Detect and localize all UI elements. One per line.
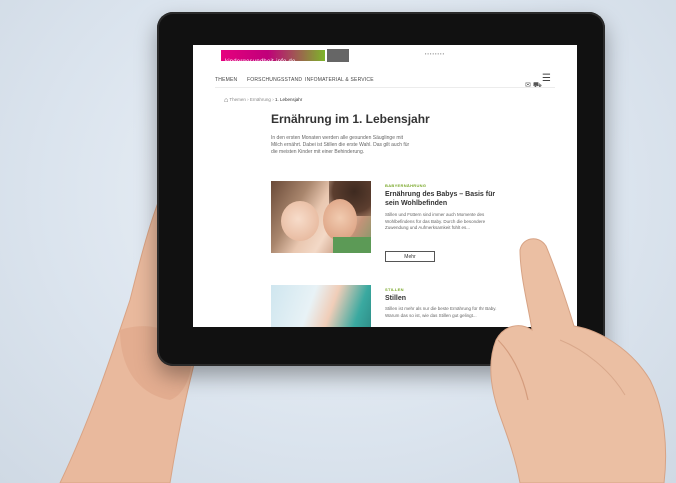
right-hand <box>490 238 667 483</box>
